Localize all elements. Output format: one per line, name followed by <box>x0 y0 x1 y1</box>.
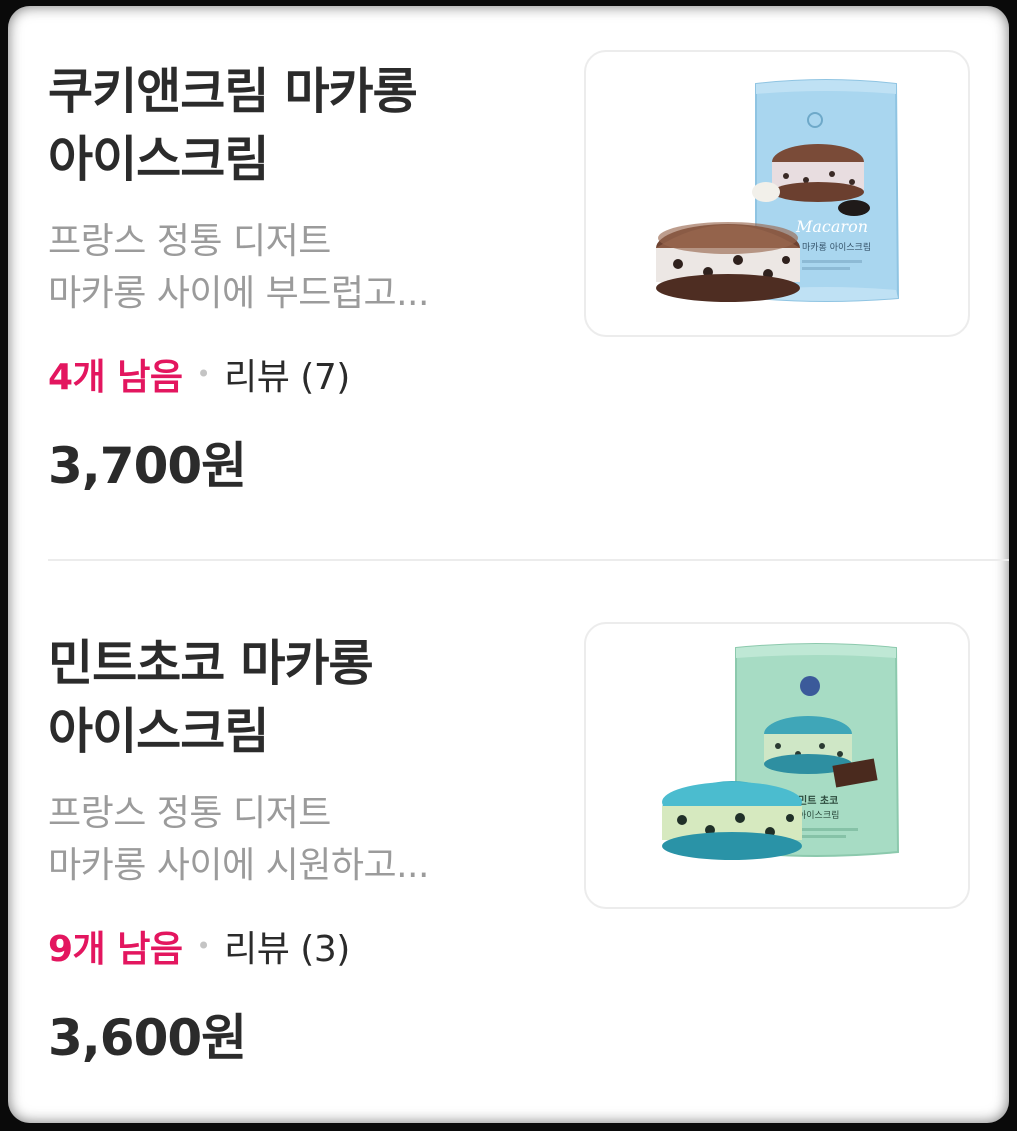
product-meta: 9개 남음 • 리뷰 (3) <box>48 916 350 976</box>
product-list: 쿠키앤크림 마카롱 아이스크림 프랑스 정통 디저트 마카롱 사이에 부드럽고.… <box>8 6 1009 1123</box>
stock-remaining: 9개 남음 <box>48 929 183 970</box>
package-brand-text: 민트 초코 <box>798 794 838 807</box>
meta-separator: • <box>196 932 211 960</box>
product-image: Macaron 마카롱 아이스크림 <box>656 79 900 302</box>
product-title[interactable]: 쿠키앤크림 마카롱 아이스크림 <box>48 58 548 194</box>
product-item-mint-choco[interactable]: 민트초코 마카롱 아이스크림 프랑스 정통 디저트 마카롱 사이에 시원하고..… <box>8 578 1009 1118</box>
product-description: 프랑스 정통 디저트 마카롱 사이에 부드럽고... <box>48 221 429 314</box>
item-divider <box>48 559 1009 561</box>
product-description: 프랑스 정통 디저트 마카롱 사이에 시원하고... <box>48 793 429 886</box>
package-subtext: 아이스크림 <box>798 809 839 821</box>
stock-remaining: 4개 남음 <box>48 357 183 398</box>
product-thumbnail[interactable]: 민트 초코 아이스크림 <box>584 622 970 909</box>
brand-logo-icon <box>800 676 820 696</box>
product-thumbnail[interactable]: Macaron 마카롱 아이스크림 <box>584 50 970 337</box>
package-brand-text: Macaron <box>795 217 868 236</box>
product-meta: 4개 남음 • 리뷰 (7) <box>48 344 350 404</box>
meta-separator: • <box>196 360 211 388</box>
review-count-link[interactable]: 리뷰 (3) <box>224 920 350 972</box>
review-count-link[interactable]: 리뷰 (7) <box>224 348 350 400</box>
package-subtext: 마카롱 아이스크림 <box>802 241 871 253</box>
product-item-cookies-and-cream[interactable]: 쿠키앤크림 마카롱 아이스크림 프랑스 정통 디저트 마카롱 사이에 부드럽고.… <box>8 6 1009 546</box>
product-title[interactable]: 민트초코 마카롱 아이스크림 <box>48 630 548 766</box>
product-price: 3,700원 <box>48 437 247 495</box>
product-image: 민트 초코 아이스크림 <box>662 643 900 860</box>
product-price: 3,600원 <box>48 1009 247 1067</box>
